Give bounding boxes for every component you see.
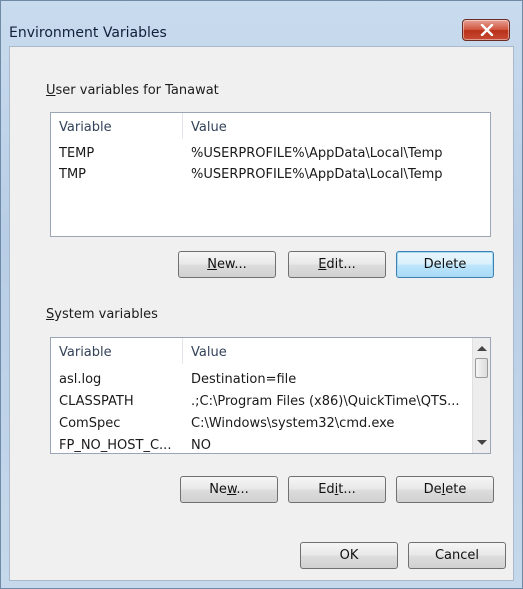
user-new-button[interactable]: New... (178, 251, 276, 278)
system-delete-button[interactable]: Delete (396, 476, 494, 503)
variable-value: .;C:\Program Files (x86)\QuickTime\QTS..… (191, 394, 460, 409)
column-header-value[interactable]: Value (191, 120, 227, 135)
variable-name: TEMP (59, 146, 95, 161)
vertical-scrollbar[interactable] (472, 338, 490, 453)
system-variables-list-header: Variable Value (51, 338, 490, 364)
scroll-down-arrow-icon[interactable] (477, 440, 487, 445)
user-variables-list[interactable]: Variable Value TEMP %USERPROFILE%\AppDat… (50, 112, 491, 237)
variable-value: NO (191, 438, 211, 453)
column-header-variable[interactable]: Variable (59, 120, 112, 135)
list-item[interactable]: ComSpec C:\Windows\system32\cmd.exe (51, 413, 490, 435)
scroll-thumb[interactable] (475, 358, 488, 378)
variable-name: TMP (59, 167, 86, 182)
cancel-button[interactable]: Cancel (408, 542, 506, 569)
list-item[interactable]: CLASSPATH .;C:\Program Files (x86)\Quick… (51, 391, 490, 413)
variable-value: C:\Windows\system32\cmd.exe (191, 416, 395, 431)
list-item[interactable]: asl.log Destination=file (51, 369, 490, 391)
variable-value: %USERPROFILE%\AppData\Local\Temp (191, 167, 443, 182)
user-edit-button[interactable]: Edit... (288, 251, 386, 278)
variable-name: FP_NO_HOST_C... (59, 438, 172, 453)
system-edit-button[interactable]: Edit... (288, 476, 386, 503)
close-x-icon (480, 24, 494, 36)
list-item[interactable]: TMP %USERPROFILE%\AppData\Local\Temp (51, 164, 490, 186)
environment-variables-dialog: Environment Variables User variables for… (0, 0, 523, 589)
system-new-button[interactable]: New... (180, 476, 278, 503)
variable-name: CLASSPATH (59, 394, 134, 409)
user-variables-list-header: Variable Value (51, 113, 490, 139)
variable-name: asl.log (59, 372, 102, 387)
close-button[interactable] (462, 19, 510, 41)
column-header-value[interactable]: Value (191, 345, 227, 360)
system-variables-label: System variables (46, 307, 158, 322)
dialog-body: User variables for Tanawat Variable Valu… (9, 46, 514, 581)
variable-name: ComSpec (59, 416, 121, 431)
scroll-up-arrow-icon[interactable] (477, 346, 487, 351)
user-delete-button[interactable]: Delete (396, 251, 494, 278)
variable-value: %USERPROFILE%\AppData\Local\Temp (191, 146, 443, 161)
window-title: Environment Variables (9, 25, 167, 41)
list-item[interactable]: TEMP %USERPROFILE%\AppData\Local\Temp (51, 143, 490, 165)
title-bar[interactable]: Environment Variables (1, 1, 522, 41)
system-variables-list[interactable]: Variable Value asl.log Destination=file … (50, 337, 491, 454)
user-variables-label: User variables for Tanawat (46, 83, 219, 98)
column-header-variable[interactable]: Variable (59, 345, 112, 360)
list-item[interactable]: FP_NO_HOST_C... NO (51, 435, 490, 453)
ok-button[interactable]: OK (300, 542, 398, 569)
variable-value: Destination=file (191, 372, 297, 387)
